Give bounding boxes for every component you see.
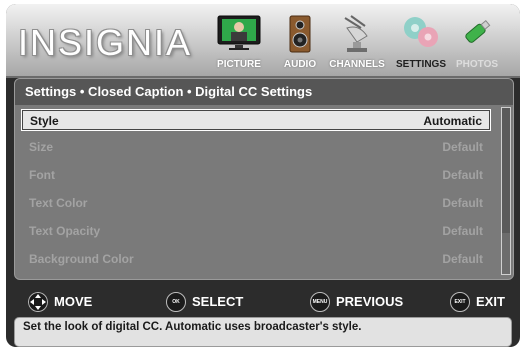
nav-exit: EXIT EXIT — [450, 292, 510, 312]
tab-photos[interactable]: PHOTOS — [452, 12, 502, 72]
setting-name: Size — [29, 140, 54, 154]
setting-name: Text Opacity — [29, 224, 101, 238]
nav-label: EXIT — [476, 294, 505, 309]
settings-row-size[interactable]: Size Default — [21, 136, 491, 158]
setting-value: Automatic — [423, 114, 482, 128]
exit-button-icon: EXIT — [450, 292, 470, 312]
speaker-icon — [289, 15, 311, 53]
nav-label: SELECT — [192, 294, 244, 309]
top-menu-bar: INSIGNIA PICTURE AUDIO CHANNELS SETTINGS… — [6, 4, 520, 78]
tab-label: PICTURE — [217, 59, 261, 70]
help-text: Set the look of digital CC. Automatic us… — [14, 317, 512, 347]
nav-select: OK ENTER SELECT — [166, 292, 256, 323]
setting-name: Background Color — [29, 252, 134, 266]
setting-name: Font — [29, 168, 55, 182]
ok-enter-button-icon: OK ENTER — [166, 292, 186, 323]
setting-name: Text Color — [29, 196, 88, 210]
button-legend: MOVE OK ENTER SELECT MENU PREVIOUS EXIT … — [14, 286, 512, 323]
settings-row-text-opacity[interactable]: Text Opacity Default — [21, 220, 491, 242]
tab-label: PHOTOS — [455, 59, 499, 70]
nav-label: PREVIOUS — [336, 294, 404, 309]
usb-stick-icon — [465, 19, 491, 43]
setting-value: Default — [442, 252, 483, 266]
setting-value: Default — [442, 224, 483, 238]
settings-row-style[interactable]: Style Automatic — [21, 109, 491, 131]
scrollbar-thumb[interactable] — [502, 108, 510, 233]
tv-menu-window: INSIGNIA PICTURE AUDIO CHANNELS SETTINGS… — [6, 4, 520, 347]
setting-value: Default — [442, 140, 483, 154]
tab-channels[interactable]: CHANNELS — [326, 12, 388, 72]
tv-icon — [217, 15, 261, 50]
nav-move: MOVE — [28, 292, 108, 312]
settings-row-text-color[interactable]: Text Color Default — [21, 192, 491, 214]
tab-label: SETTINGS — [395, 59, 446, 70]
settings-panel: Settings • Closed Caption • Digital CC S… — [14, 78, 514, 280]
scrollbar[interactable] — [501, 107, 511, 275]
tab-label: CHANNELS — [329, 59, 385, 70]
dpad-icon — [28, 292, 48, 312]
setting-name: Style — [30, 114, 59, 128]
gears-icon — [404, 17, 438, 47]
settings-row-font[interactable]: Font Default — [21, 164, 491, 186]
nav-previous: MENU PREVIOUS — [310, 292, 420, 312]
setting-value: Default — [442, 168, 483, 182]
tab-label: AUDIO — [283, 59, 317, 70]
menu-button-icon: MENU — [310, 292, 330, 312]
setting-value: Default — [442, 196, 483, 210]
satellite-dish-icon — [344, 15, 368, 52]
tab-picture[interactable]: PICTURE — [210, 12, 268, 72]
brand-logo: INSIGNIA — [18, 22, 193, 63]
tab-settings[interactable]: SETTINGS — [392, 12, 450, 72]
tab-audio[interactable]: AUDIO — [278, 12, 322, 72]
settings-row-background-color[interactable]: Background Color Default — [21, 248, 491, 270]
breadcrumb: Settings • Closed Caption • Digital CC S… — [15, 79, 513, 105]
nav-label: MOVE — [54, 294, 93, 309]
